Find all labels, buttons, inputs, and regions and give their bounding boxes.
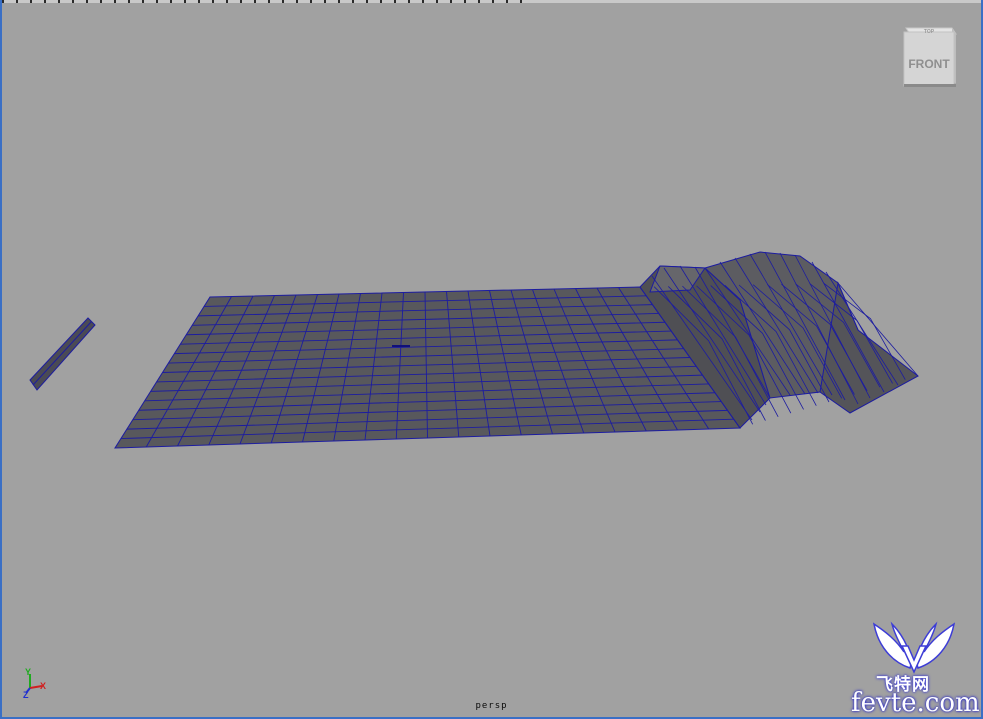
- viewport-border-left: [0, 0, 2, 719]
- viewcube-top-label[interactable]: TOP: [924, 29, 935, 35]
- axis-x-label: X: [40, 681, 46, 691]
- viewcube-front-label[interactable]: FRONT: [908, 57, 950, 71]
- camera-name-label: persp: [475, 701, 508, 711]
- axis-y-label: Y: [25, 667, 31, 677]
- axis-z-label: Z: [23, 690, 29, 700]
- watermark-domain-text: fevte.com: [851, 688, 980, 718]
- persp-viewport[interactable]: TOP FRONT Y X Z persp 飞特网 fevte.com: [0, 0, 983, 719]
- small-bar-object[interactable]: [29, 317, 96, 391]
- terrain-mesh[interactable]: [114, 251, 919, 449]
- viewcube[interactable]: TOP FRONT: [898, 22, 960, 92]
- axis-indicator: Y X Z: [23, 667, 46, 700]
- scene-view[interactable]: [0, 0, 983, 719]
